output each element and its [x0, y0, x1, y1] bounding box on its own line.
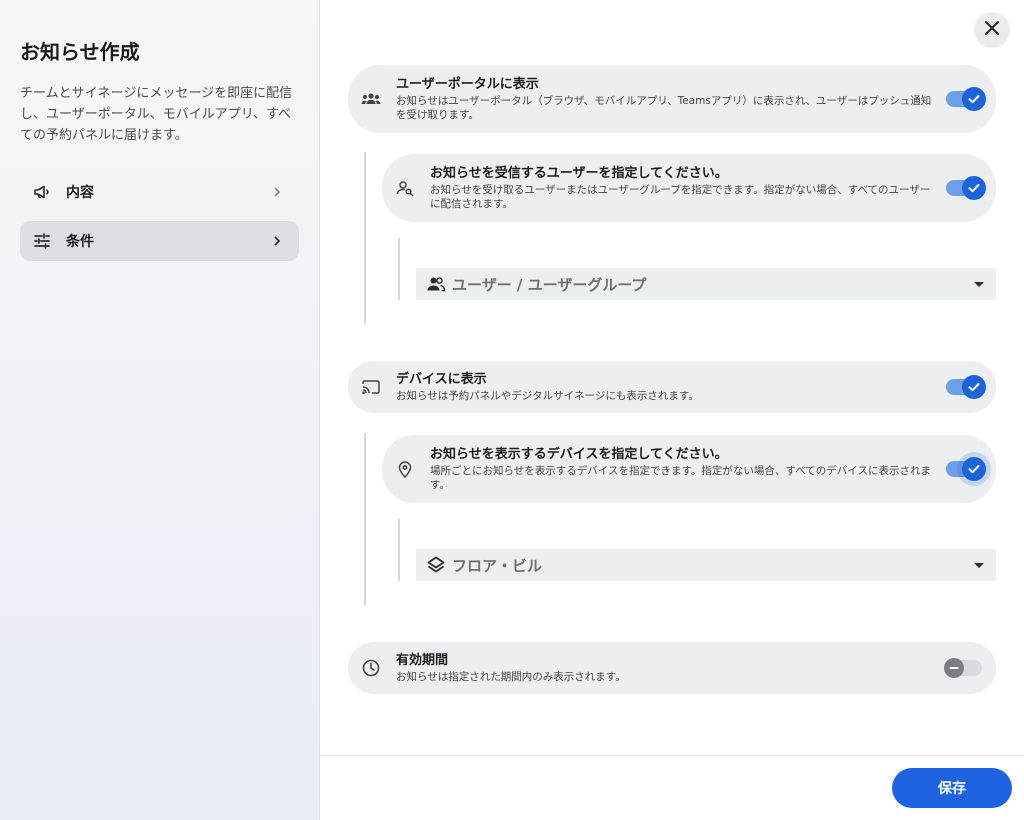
user-group-select-placeholder: ユーザー / ユーザーグループ — [452, 275, 647, 294]
check-icon — [962, 457, 986, 481]
cast-icon — [360, 376, 382, 398]
user-portal-card: ユーザーポータルに表示 お知らせはユーザーポータル（ブラウザ、モバイルアプリ、T… — [348, 65, 996, 133]
target-devices-title: お知らせを表示するデバイスを指定してください。 — [430, 447, 728, 462]
sidebar-item-conditions[interactable]: 条件 — [20, 221, 299, 261]
devices-title: デバイスに表示 — [396, 372, 487, 387]
validity-card: 有効期間 お知らせは指定された期間内のみ表示されます。 — [348, 642, 996, 694]
target-devices-toggle[interactable] — [946, 457, 986, 481]
target-users-title: お知らせを受信するユーザーを指定してください。 — [430, 166, 728, 181]
groups-icon — [360, 88, 382, 110]
user-group-select[interactable]: ユーザー / ユーザーグループ — [416, 268, 996, 300]
chevron-right-icon — [269, 233, 285, 249]
indent-line — [398, 519, 400, 581]
person-search-icon — [394, 177, 416, 199]
user-portal-toggle[interactable] — [946, 87, 986, 111]
devices-description: お知らせは予約パネルやデジタルサイネージにも表示されます。 — [396, 390, 699, 402]
main-panel: ユーザーポータルに表示 お知らせはユーザーポータル（ブラウザ、モバイルアプリ、T… — [320, 0, 1024, 820]
sidebar-item-content[interactable]: 内容 — [20, 172, 299, 212]
megaphone-icon — [32, 182, 52, 202]
dropdown-arrow-icon — [974, 281, 984, 287]
floor-building-select[interactable]: フロア・ビル — [416, 549, 996, 581]
location-pin-icon — [394, 458, 416, 480]
validity-toggle[interactable] — [944, 658, 982, 678]
target-users-description: お知らせを受け取るユーザーまたはユーザーグループを指定できます。指定がない場合、… — [430, 184, 931, 210]
sidebar-item-label: 内容 — [66, 185, 94, 201]
devices-card: デバイスに表示 お知らせは予約パネルやデジタルサイネージにも表示されます。 — [348, 361, 996, 413]
tune-icon — [32, 231, 52, 251]
sidebar-description: チームとサイネージにメッセージを即座に配信し、ユーザーポータル、モバイルアプリ、… — [20, 86, 293, 143]
sidebar: お知らせ作成 チームとサイネージにメッセージを即座に配信し、ユーザーポータル、モ… — [0, 0, 320, 820]
target-devices-card: お知らせを表示するデバイスを指定してください。 場所ごとにお知らせを表示するデバ… — [382, 435, 996, 503]
close-button[interactable] — [974, 12, 1010, 48]
dropdown-arrow-icon — [974, 562, 984, 568]
check-icon — [962, 176, 986, 200]
minus-icon — [944, 658, 964, 678]
target-users-card: お知らせを受信するユーザーを指定してください。 お知らせを受け取るユーザーまたは… — [382, 154, 996, 222]
sidebar-item-label: 条件 — [66, 234, 94, 250]
people-icon — [426, 274, 446, 294]
target-users-toggle[interactable] — [946, 176, 986, 200]
check-icon — [962, 87, 986, 111]
indent-line — [364, 433, 366, 605]
footer-divider — [320, 755, 1024, 756]
validity-title: 有効期間 — [396, 653, 449, 668]
validity-description: お知らせは指定された期間内のみ表示されます。 — [396, 671, 626, 683]
devices-toggle[interactable] — [946, 375, 986, 399]
close-icon — [984, 20, 1000, 40]
indent-line — [364, 152, 366, 324]
user-portal-title: ユーザーポータルに表示 — [396, 77, 539, 92]
clock-icon — [360, 657, 382, 679]
sidebar-title: お知らせ作成 — [20, 40, 140, 64]
user-portal-description: お知らせはユーザーポータル（ブラウザ、モバイルアプリ、Teamsアプリ）に表示さ… — [396, 95, 932, 121]
chevron-right-icon — [269, 184, 285, 200]
layers-icon — [426, 555, 446, 575]
target-devices-description: 場所ごとにお知らせを表示するデバイスを指定できます。指定がない場合、すべてのデバ… — [430, 465, 931, 491]
check-icon — [962, 375, 986, 399]
floor-building-select-placeholder: フロア・ビル — [452, 556, 543, 575]
indent-line — [398, 238, 400, 300]
save-button[interactable]: 保存 — [892, 768, 1012, 808]
